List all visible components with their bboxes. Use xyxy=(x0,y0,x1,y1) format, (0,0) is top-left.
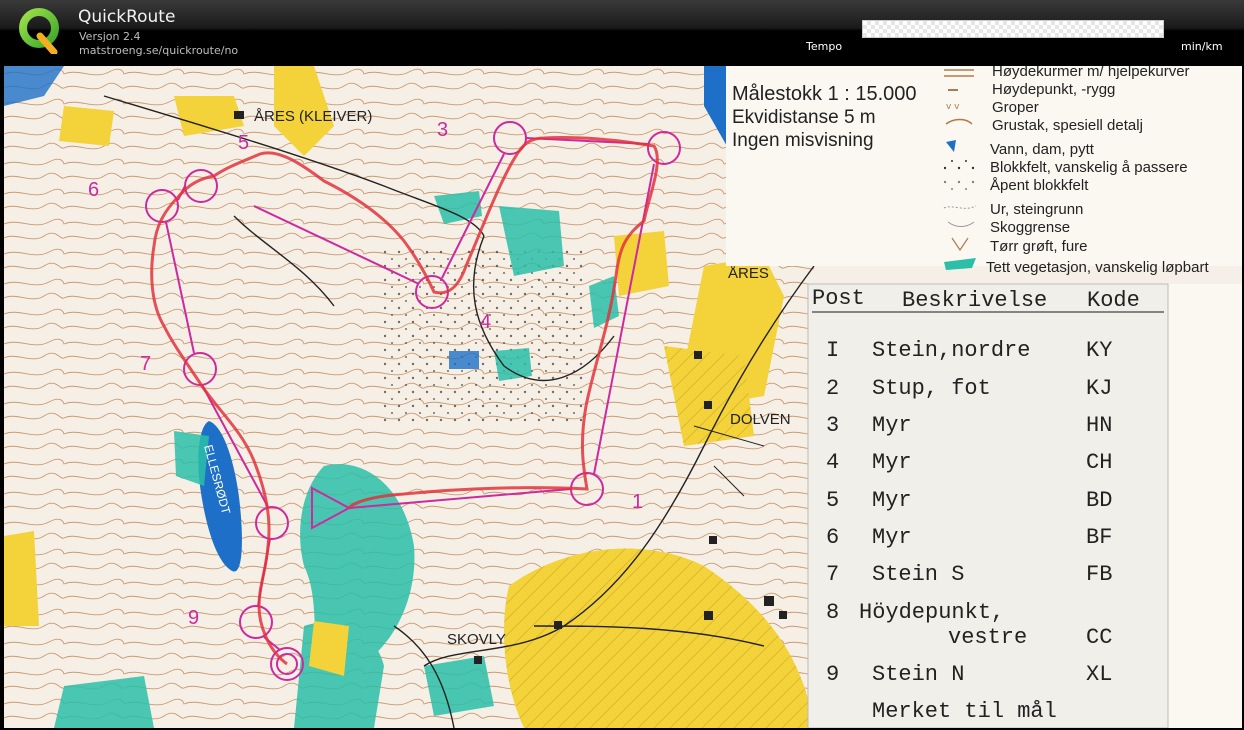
legend-symbol-7: Ur, steingrunn xyxy=(990,201,1083,218)
svg-text:Myr: Myr xyxy=(872,450,912,475)
place-dolven: DOLVEN xyxy=(730,411,791,428)
legend-symbol-0: Høydekurmer m/ hjelpekurver xyxy=(992,66,1190,80)
svg-text:BD: BD xyxy=(1086,488,1112,513)
legend-scale: Målestokk 1 : 15.000 xyxy=(732,83,917,105)
desc-header-post: Post xyxy=(812,286,865,311)
boulder-field xyxy=(384,246,584,426)
svg-text:vestre: vestre xyxy=(948,625,1027,650)
svg-text:CC: CC xyxy=(1086,625,1112,650)
quickroute-window: { "app": { "title": "QuickRoute", "versi… xyxy=(0,0,1244,730)
svg-text:8: 8 xyxy=(826,600,839,625)
place-ares-kleiver: ÅRES (KLEIVER) xyxy=(254,108,372,125)
desc-header-description: Beskrivelse xyxy=(902,288,1047,313)
control-number-3: 3 xyxy=(437,119,448,141)
orienteering-map[interactable]: ÅRES (KLEIVER) ÅRES DOLVEN SKOVLY ELLESR… xyxy=(4,66,1242,728)
control-number-5: 5 xyxy=(238,132,249,154)
pond xyxy=(449,351,479,369)
tempo-label: Tempo xyxy=(806,40,843,53)
svg-text:9: 9 xyxy=(826,662,839,687)
svg-text:Myr: Myr xyxy=(872,488,912,513)
svg-text:5: 5 xyxy=(826,488,839,513)
control-number-9: 9 xyxy=(188,607,199,629)
legend-equidistance: Ekvidistanse 5 m xyxy=(732,107,876,128)
map-canvas[interactable]: ÅRES (KLEIVER) ÅRES DOLVEN SKOVLY ELLESR… xyxy=(4,66,1242,728)
place-skovly: SKOVLY xyxy=(447,631,506,648)
svg-text:BF: BF xyxy=(1086,525,1112,550)
svg-text:CH: CH xyxy=(1086,450,1112,475)
svg-text:Myr: Myr xyxy=(872,413,912,438)
app-url[interactable]: matstroeng.se/quickroute/no xyxy=(79,44,238,57)
svg-text:Stein N: Stein N xyxy=(872,662,964,687)
svg-text:4: 4 xyxy=(826,450,839,475)
svg-text:7: 7 xyxy=(826,562,839,587)
svg-text:Merket til mål: Merket til mål xyxy=(872,699,1057,724)
svg-text:HN: HN xyxy=(1086,413,1112,438)
top-bar: QuickRoute Versjon 2.4 matstroeng.se/qui… xyxy=(0,0,1244,62)
app-version: Versjon 2.4 xyxy=(79,30,141,43)
legend-symbol-10: Tett vegetasjon, vanskelig løpbart xyxy=(986,259,1209,276)
legend-symbol-9: Tørr grøft, fure xyxy=(990,238,1088,255)
quickroute-logo-icon xyxy=(19,8,59,54)
desc-row-finish: Merket til mål xyxy=(872,699,1057,724)
legend-symbol-8: Skoggrense xyxy=(990,219,1070,236)
svg-text:v v: v v xyxy=(946,102,960,112)
svg-text:6: 6 xyxy=(826,525,839,550)
desc-header-code: Kode xyxy=(1087,288,1140,313)
control-number-6: 6 xyxy=(88,179,99,201)
svg-text:Höydepunkt,: Höydepunkt, xyxy=(859,600,1004,625)
svg-text:3: 3 xyxy=(826,413,839,438)
svg-text:XL: XL xyxy=(1086,662,1112,687)
app-title: QuickRoute xyxy=(78,7,176,27)
legend-symbol-3: Grustak, spesiell detalj xyxy=(992,117,1143,134)
control-number-7: 7 xyxy=(140,353,151,375)
legend-symbol-6: Åpent blokkfelt xyxy=(990,177,1089,194)
legend-symbol-5: Blokkfelt, vanskelig å passere xyxy=(990,159,1188,176)
control-number-1: 1 xyxy=(632,491,643,513)
legend-symbol-4: Vann, dam, pytt xyxy=(990,141,1095,158)
legend-symbol-1: Høydepunkt, -rygg xyxy=(992,81,1115,98)
svg-text:2: 2 xyxy=(826,376,839,401)
svg-text:KJ: KJ xyxy=(1086,376,1112,401)
svg-text:I: I xyxy=(826,338,839,363)
svg-text:FB: FB xyxy=(1086,562,1112,587)
svg-text:Myr: Myr xyxy=(872,525,912,550)
svg-text:Stup, fot: Stup, fot xyxy=(872,376,991,401)
control-number-4: 4 xyxy=(480,311,491,333)
svg-text:Stein,nordre: Stein,nordre xyxy=(872,338,1030,363)
tempo-color-bar[interactable] xyxy=(862,20,1164,38)
svg-text:Stein S: Stein S xyxy=(872,562,964,587)
legend-declination: Ingen misvisning xyxy=(732,130,874,151)
legend-symbol-2: Groper xyxy=(992,99,1039,116)
place-ares: ÅRES xyxy=(728,265,769,282)
svg-text:KY: KY xyxy=(1086,338,1112,363)
tempo-unit: min/km xyxy=(1181,40,1223,53)
description-headers: Post Beskrivelse Kode xyxy=(812,286,1140,313)
